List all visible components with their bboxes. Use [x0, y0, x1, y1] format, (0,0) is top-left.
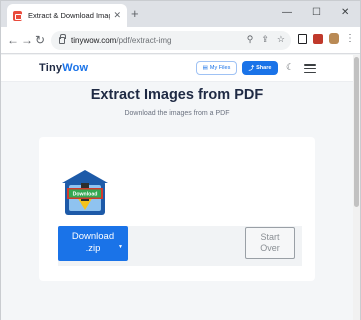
start-label: Start	[260, 232, 280, 242]
share-button[interactable]: ⤴ Share	[242, 61, 278, 75]
omnibox-icons: ⚲ ⇪ ☆	[247, 34, 285, 45]
my-files-button[interactable]: ▤ My Files	[196, 61, 237, 75]
address-bar[interactable]: tinywow.com /pdf/extract-img ⚲ ⇪ ☆	[51, 31, 291, 50]
maximize-icon[interactable]: ☐	[312, 7, 321, 18]
over-label: Over	[260, 243, 280, 253]
browser-toolbar: ← → ↻ tinywow.com /pdf/extract-img ⚲ ⇪ ☆…	[1, 27, 360, 54]
site-header: TinyWow ▤ My Files ⤴ Share ☾	[1, 55, 353, 82]
forward-button[interactable]: →	[21, 33, 33, 47]
share-icon[interactable]: ⇪	[261, 34, 269, 45]
tab-close-icon[interactable]: ✕	[113, 10, 121, 21]
tab-active[interactable]: Extract & Download Images from ✕	[7, 4, 127, 27]
tab-title: Extract & Download Images from	[28, 11, 110, 20]
action-bar: Download .zip ▼ Start Over	[58, 226, 302, 266]
extension-red-icon[interactable]	[313, 33, 323, 44]
download-zip-button[interactable]: Download .zip ▼	[58, 226, 128, 261]
zoom-icon[interactable]: ⚲	[247, 34, 254, 45]
bookmark-star-icon[interactable]: ☆	[277, 34, 285, 45]
start-over-button[interactable]: Start Over	[245, 227, 295, 259]
extension-box-icon[interactable]	[298, 33, 307, 44]
url-host: tinywow.com	[71, 36, 117, 45]
extension-avatar-icon[interactable]	[329, 33, 339, 44]
browser-window: Extract & Download Images from ✕ + — ☐ ✕…	[0, 0, 361, 320]
lock-icon[interactable]	[59, 34, 66, 44]
dropdown-caret-icon: ▼	[118, 244, 123, 250]
back-button[interactable]: ←	[7, 33, 19, 47]
share-arrow-icon: ⤴	[248, 66, 255, 72]
logo-text-tiny: Tiny	[39, 62, 63, 74]
folder-icon: ▤	[202, 65, 208, 71]
thumbnail-download-label: Download	[73, 192, 98, 198]
reload-button[interactable]: ↻	[35, 33, 45, 47]
close-window-icon[interactable]: ✕	[341, 7, 349, 18]
url-path: /pdf/extract-img	[116, 36, 172, 45]
menu-kebab-icon[interactable]: ⋮	[345, 33, 355, 44]
share-label: Share	[256, 65, 272, 71]
zip-thumbnail-icon: Download	[62, 170, 108, 215]
page-scrollbar[interactable]	[353, 55, 360, 320]
page-subtitle: Download the images from a PDF	[124, 110, 230, 117]
page-viewport: TinyWow ▤ My Files ⤴ Share ☾ Extract Ima…	[1, 55, 353, 320]
dark-mode-moon-icon[interactable]: ☾	[286, 62, 294, 72]
my-files-label: My Files	[209, 65, 231, 71]
result-card: Download Download .zip ▼ Start Over	[39, 137, 315, 281]
tinywow-logo[interactable]: TinyWow	[39, 62, 88, 74]
tinywow-favicon-icon	[13, 10, 22, 21]
new-tab-button[interactable]: +	[131, 6, 139, 22]
page-title: Extract Images from PDF	[90, 87, 264, 103]
hamburger-menu-icon[interactable]	[304, 64, 316, 73]
minimize-icon[interactable]: —	[282, 7, 292, 18]
extensions-area: ⋮	[298, 33, 355, 44]
tab-strip: Extract & Download Images from ✕ + — ☐ ✕	[1, 1, 360, 27]
scrollbar-thumb[interactable]	[354, 57, 359, 207]
logo-text-wow: Wow	[62, 62, 89, 74]
